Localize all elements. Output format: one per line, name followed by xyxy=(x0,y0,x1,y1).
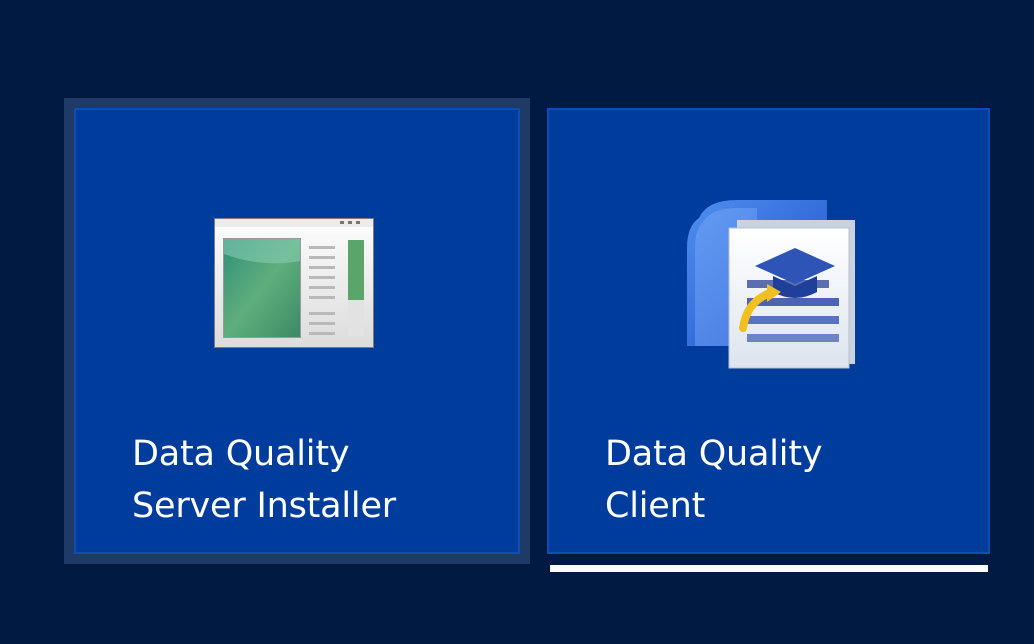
selection-indicator xyxy=(550,565,988,572)
tile-label-line1: Data Quality xyxy=(605,434,823,474)
tile-label: Data Quality Client xyxy=(605,428,823,532)
start-screen: Data Quality Server Installer Data Quali… xyxy=(0,0,1034,644)
tile-label-line1: Data Quality xyxy=(132,434,350,474)
tile-data-quality-server-installer[interactable]: Data Quality Server Installer xyxy=(74,108,520,554)
tile-label-line2: Server Installer xyxy=(132,486,396,526)
tile-data-quality-client[interactable]: Data Quality Client xyxy=(547,108,990,554)
installer-window-icon xyxy=(212,216,378,352)
tile-label-line2: Client xyxy=(605,486,706,526)
data-quality-client-icon xyxy=(677,196,863,374)
tile-label: Data Quality Server Installer xyxy=(132,428,396,532)
